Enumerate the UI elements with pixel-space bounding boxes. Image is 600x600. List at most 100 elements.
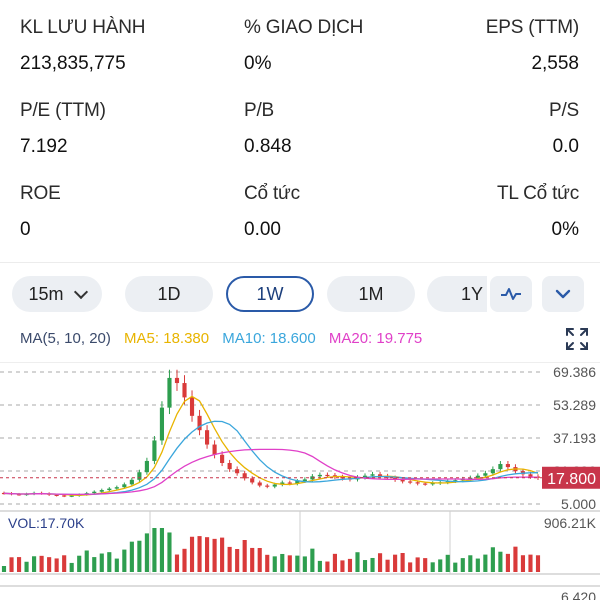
stat-pe: P/E (TTM) 7.192 [20, 100, 220, 158]
volume-bar [438, 559, 443, 572]
candle-body [265, 485, 270, 487]
volume-bar [114, 558, 119, 572]
volume-bar [445, 554, 450, 572]
y-axis-label: 53.289 [553, 397, 596, 413]
volume-bar [92, 557, 97, 572]
interval-dropdown-label: 15m [28, 283, 64, 304]
tab-1m[interactable]: 1M [327, 276, 415, 312]
volume-bar [54, 558, 59, 572]
volume-bar [385, 559, 390, 572]
volume-bar [423, 558, 428, 572]
tab-1w[interactable]: 1W [226, 276, 314, 312]
line-chart-icon [501, 288, 521, 300]
candle-body [423, 483, 428, 485]
volume-bar [325, 561, 330, 572]
tab-1d[interactable]: 1D [125, 276, 213, 312]
candle-body [505, 464, 510, 468]
volume-bar [355, 552, 360, 572]
volume-bar [137, 540, 142, 572]
volume-bar [129, 541, 134, 572]
stat-kl-luu-hanh: KL LƯU HÀNH 213,835,775 [20, 17, 220, 75]
candle-body [174, 377, 180, 384]
interval-dropdown[interactable]: 15m [12, 276, 102, 312]
volume-bar [280, 553, 285, 572]
volume-bar [39, 555, 44, 572]
stat-label: KL LƯU HÀNH [20, 17, 146, 38]
candle-body [408, 481, 413, 483]
volume-bar [362, 560, 368, 572]
volume-bar [122, 549, 127, 572]
candle-body [302, 479, 307, 482]
volume-bar [212, 538, 217, 572]
chevron-down-icon [73, 284, 88, 299]
ma5-value: MA5: 18.380 [124, 330, 210, 347]
ma20-value: MA20: 19.775 [328, 330, 423, 347]
candle-body [415, 482, 420, 484]
candle-body [159, 407, 165, 441]
volume-bar [235, 549, 240, 572]
candle-body [220, 454, 225, 463]
ma10-line [3, 420, 539, 496]
volume-bar [272, 556, 277, 572]
volume-bar [528, 554, 533, 572]
candle-body [498, 464, 503, 470]
volume-bar [498, 551, 503, 572]
candle-body [167, 377, 172, 408]
volume-bar [505, 553, 510, 572]
candle-body [212, 444, 217, 455]
candle-body [122, 484, 127, 488]
chart-type-button[interactable] [490, 276, 532, 312]
volume-bar [377, 553, 383, 572]
candle-body [490, 469, 495, 474]
candle-body [129, 479, 134, 485]
candle-body [114, 487, 119, 489]
volume-bar [513, 546, 518, 572]
volume-label: VOL:17.70K [8, 515, 85, 531]
stat-label: P/S [548, 100, 579, 121]
stat-label: TL Cổ tức [496, 183, 579, 204]
candle-body [272, 484, 277, 487]
candle-body [62, 495, 67, 497]
more-options-button[interactable] [542, 276, 584, 312]
candle-body [287, 482, 292, 484]
volume-bar [340, 560, 345, 572]
volume-bar [430, 562, 435, 572]
y-axis-label: 5.000 [561, 496, 596, 512]
candle-body [400, 479, 405, 482]
stat-value: 7.192 [20, 136, 68, 157]
tab-1y[interactable]: 1Y [427, 276, 487, 312]
current-price-value: 17.800 [547, 471, 596, 488]
candle-body [235, 469, 240, 474]
volume-max-label: 906.21K [544, 515, 597, 531]
volume-bar [69, 562, 74, 572]
price-chart[interactable]: 69.38653.28937.19321.0965.00017.800 VOL:… [0, 362, 600, 600]
volume-bar [167, 532, 172, 572]
ma20-line [3, 448, 538, 496]
stat-ps: P/S 0.0 [379, 100, 579, 158]
section-divider [0, 262, 600, 263]
volume-bar [152, 528, 157, 572]
volume-bar [400, 553, 405, 572]
candle-body [257, 482, 262, 486]
volume-bar [159, 528, 165, 572]
volume-bar [182, 548, 187, 572]
ma-settings-label[interactable]: MA(5, 10, 20) [20, 330, 111, 347]
candle-body [325, 474, 330, 477]
volume-bar [62, 555, 67, 572]
volume-bar [77, 555, 82, 572]
fullscreen-button[interactable] [564, 326, 590, 352]
candle-body [227, 462, 232, 470]
expand-icon [566, 328, 588, 350]
volume-bar [24, 561, 29, 572]
ma5-line [3, 395, 539, 496]
volume-bar [32, 556, 37, 572]
candle-body [99, 490, 104, 492]
candle-body [137, 472, 142, 480]
volume-bar [520, 555, 526, 572]
volume-bar [265, 554, 270, 572]
chevron-down-icon [555, 289, 571, 299]
volume-bar [205, 537, 210, 572]
volume-bar [242, 540, 247, 572]
volume-bar [317, 560, 322, 572]
volume-bar [250, 547, 255, 572]
